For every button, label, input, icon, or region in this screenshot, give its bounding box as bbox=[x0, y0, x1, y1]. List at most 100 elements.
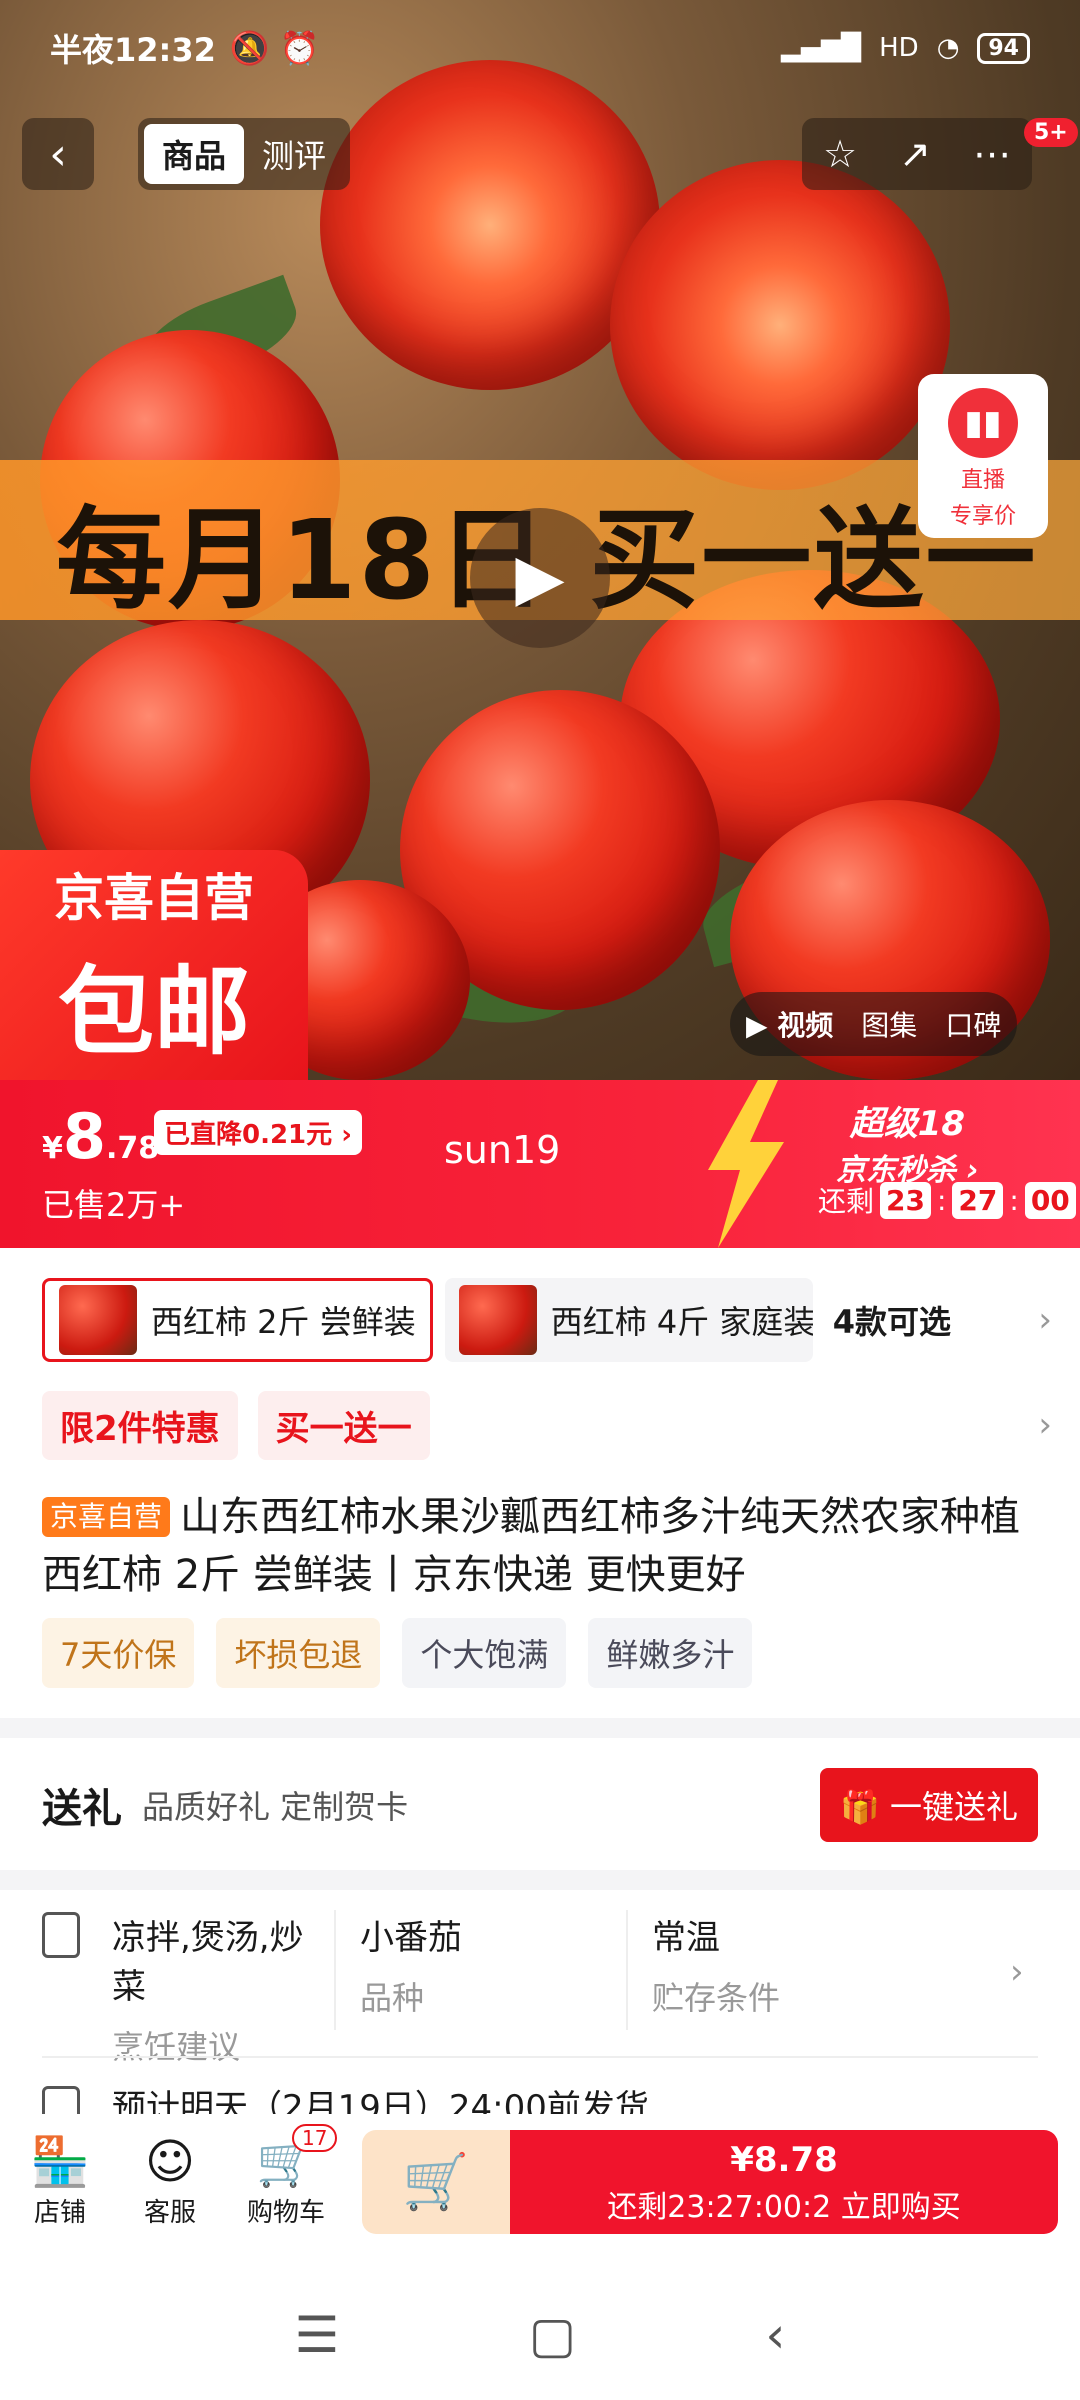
tomato-cut-image bbox=[320, 60, 660, 390]
self-operated-badge: 京喜自营 包邮 bbox=[0, 850, 308, 1080]
live-price-card[interactable]: ▮▮ 直播 专享价 bbox=[918, 374, 1048, 538]
chevron-right-icon[interactable]: › bbox=[1010, 1952, 1024, 1992]
back-button[interactable]: ‹ bbox=[22, 118, 94, 190]
play-video-button[interactable]: ▶ bbox=[470, 508, 610, 648]
buy-now-button[interactable]: ¥8.78 还剩23:27:00:2 立即购买 bbox=[510, 2130, 1058, 2234]
cell-signal-icon: ▂▄▆█ bbox=[781, 33, 862, 63]
cart-button[interactable]: 🛒 17 购物车 bbox=[236, 2124, 338, 2229]
chevron-right-icon[interactable]: › bbox=[1038, 1300, 1052, 1340]
top-tools: ☆ ↗ ⋯ bbox=[802, 118, 1032, 190]
top-nav: ‹ 商品 测评 ☆ ↗ ⋯ 5+ bbox=[0, 118, 1080, 194]
message-badge: 5+ bbox=[1024, 118, 1078, 147]
price-decimal: .78 bbox=[106, 1131, 160, 1166]
bottom-action-bar: 🏪 店铺 ☺ 客服 🛒 17 购物车 🛒 ¥8.78 还剩23:27:00:2 … bbox=[0, 2114, 1080, 2254]
tab-reviews[interactable]: 口碑 bbox=[945, 1004, 1001, 1044]
variant-count[interactable]: 4款可选 bbox=[833, 1297, 951, 1343]
shop-button[interactable]: 🏪 店铺 bbox=[10, 2132, 110, 2229]
home-icon[interactable]: ▢ bbox=[529, 2306, 576, 2364]
send-gift-label: 一键送礼 bbox=[889, 1788, 1018, 1826]
service-button[interactable]: ☺ 客服 bbox=[120, 2132, 220, 2229]
status-time: 半夜12:32 bbox=[50, 31, 216, 69]
section-separator bbox=[0, 1718, 1080, 1738]
gift-icon: 🎁 bbox=[839, 1788, 890, 1826]
media-tabs: ▶ 视频 图集 口碑 bbox=[730, 992, 1018, 1056]
attributes-row[interactable]: 凉拌,煲汤,炒菜 烹饪建议 小番茄 品种 常温 贮存条件 bbox=[42, 1910, 1042, 2066]
attribute-storage: 常温 贮存条件 bbox=[626, 1910, 918, 2030]
tab-product[interactable]: 商品 bbox=[144, 124, 245, 184]
product-title: 京喜自营 山东西红柿水果沙瓤西红柿多汁纯天然农家种植 西红柿 2斤 尝鲜装丨京东快… bbox=[42, 1488, 1042, 1604]
shop-icon: 🏪 bbox=[30, 2134, 90, 2190]
service-icon: ☺ bbox=[144, 2134, 196, 2190]
divider bbox=[42, 2056, 1038, 2058]
shipping-row[interactable]: 预计明天（2月19日）24:00前发货 bbox=[42, 2074, 1042, 2114]
feature-badge: 鲜嫩多汁 bbox=[588, 1618, 753, 1688]
attribute-label: 烹饪建议 bbox=[112, 2028, 241, 2066]
tab-gallery[interactable]: 图集 bbox=[861, 1004, 917, 1044]
countdown-label: 还剩 bbox=[818, 1185, 875, 1218]
attribute-variety: 小番茄 品种 bbox=[334, 1910, 626, 2030]
play-icon: ▶ bbox=[515, 541, 565, 615]
live-bars-icon: ▮▮ bbox=[948, 388, 1018, 458]
menu-icon[interactable]: ☰ bbox=[295, 2306, 340, 2364]
deal-tag[interactable]: 买一送一 bbox=[257, 1390, 430, 1460]
shipping-icon bbox=[42, 2086, 80, 2114]
product-title-text: 山东西红柿水果沙瓤西红柿多汁纯天然农家种植 西红柿 2斤 尝鲜装丨京东快递 更快… bbox=[42, 1494, 1021, 1598]
variant-selector: 西红柿 2斤 尝鲜装 西红柿 4斤 家庭装 4款可选 › bbox=[42, 1278, 1052, 1362]
back-icon: ‹ bbox=[49, 128, 67, 180]
service-badges: 7天价保 坏损包退 个大饱满 鲜嫩多汁 bbox=[42, 1618, 753, 1688]
section-separator bbox=[0, 1870, 1080, 1890]
price: ¥ 8 .78 bbox=[42, 1100, 159, 1173]
alarm-icon: ⏰ bbox=[279, 29, 320, 67]
variant-option[interactable]: 西红柿 4斤 家庭装 bbox=[444, 1278, 813, 1362]
attribute-label: 品种 bbox=[360, 1979, 425, 2017]
document-icon bbox=[42, 1912, 80, 1958]
add-to-cart-button[interactable]: 🛒 bbox=[362, 2130, 510, 2234]
variant-selected[interactable]: 西红柿 2斤 尝鲜装 bbox=[42, 1278, 433, 1362]
star-icon[interactable]: ☆ bbox=[823, 132, 857, 176]
gift-title: 送礼 bbox=[42, 1786, 122, 1832]
system-navigation: ☰ ▢ ‹ bbox=[0, 2270, 1080, 2400]
service-label: 客服 bbox=[143, 2198, 196, 2228]
flash-sale-line-1: 超级18 bbox=[849, 1104, 966, 1144]
attribute-value: 凉拌,煲汤,炒菜 bbox=[112, 1918, 304, 2007]
badge-line-1: 京喜自营 bbox=[54, 868, 254, 927]
badge-line-2: 包邮 bbox=[58, 955, 250, 1068]
deal-tags: 限2件特惠 买一送一 › bbox=[42, 1390, 1052, 1460]
mute-icon: 🔕 bbox=[229, 29, 270, 67]
watermark-text: sun19 bbox=[444, 1128, 561, 1172]
gift-section: 送礼 品质好礼 定制贺卡 🎁 一键送礼 bbox=[42, 1760, 1038, 1850]
price-bar: ¥ 8 .78 已直降0.21元 › 已售2万+ sun19 超级18 京东秒杀… bbox=[0, 1080, 1080, 1248]
buy-countdown: 还剩23:27:00:2 立即购买 bbox=[607, 2190, 961, 2225]
variant-label: 西红柿 2斤 尝鲜装 bbox=[151, 1303, 416, 1341]
cart-count-badge: 17 bbox=[292, 2124, 338, 2152]
tomato-cut-image bbox=[610, 160, 950, 490]
flash-sale-title[interactable]: 超级18 京东秒杀 › bbox=[836, 1096, 979, 1189]
price-drop-pill[interactable]: 已直降0.21元 › bbox=[154, 1110, 362, 1155]
tab-video[interactable]: ▶ 视频 bbox=[746, 1004, 833, 1044]
buy-price: ¥8.78 bbox=[730, 2140, 838, 2180]
countdown: 还剩 23: 27: 00 bbox=[818, 1180, 1076, 1220]
live-label: 直播 bbox=[960, 468, 1005, 493]
chevron-right-icon[interactable]: › bbox=[1038, 1405, 1052, 1445]
deal-tag[interactable]: 限2件特惠 bbox=[42, 1390, 238, 1460]
tab-review[interactable]: 测评 bbox=[244, 124, 344, 184]
wifi-icon: ◔ bbox=[936, 33, 960, 63]
variant-thumbnail bbox=[59, 1285, 137, 1355]
send-gift-button[interactable]: 🎁 一键送礼 bbox=[819, 1768, 1038, 1842]
service-badge: 7天价保 bbox=[42, 1618, 195, 1688]
status-bar: 半夜12:32 🔕 ⏰ ▂▄▆█ HD ◔ 94 bbox=[0, 0, 1080, 96]
price-integer: 8 bbox=[62, 1100, 107, 1173]
share-icon[interactable]: ↗ bbox=[899, 132, 931, 176]
self-operated-tag: 京喜自营 bbox=[42, 1497, 171, 1537]
variant-thumbnail bbox=[458, 1285, 537, 1355]
more-icon[interactable]: ⋯ bbox=[973, 132, 1011, 176]
back-nav-icon[interactable]: ‹ bbox=[765, 2306, 785, 2364]
variant-label: 西红柿 4斤 家庭装 bbox=[550, 1303, 813, 1341]
add-cart-icon: 🛒 bbox=[402, 2150, 470, 2213]
countdown-hours: 23 bbox=[880, 1181, 931, 1219]
lightning-icon bbox=[708, 1080, 784, 1248]
attribute-value: 小番茄 bbox=[360, 1918, 462, 1958]
countdown-seconds: 00 bbox=[1024, 1181, 1076, 1219]
countdown-minutes: 27 bbox=[952, 1181, 1004, 1219]
sold-count: 已售2万+ bbox=[42, 1186, 186, 1224]
